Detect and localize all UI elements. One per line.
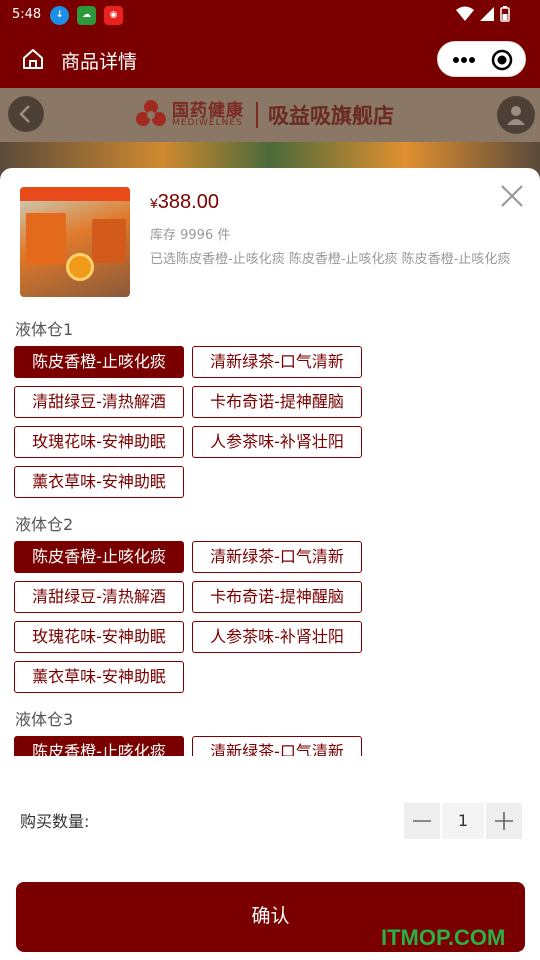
signal-icon bbox=[480, 7, 494, 21]
thumbnail-box bbox=[26, 213, 66, 265]
watermark: ITMOP.COM bbox=[381, 925, 506, 950]
quantity-label: 购买数量: bbox=[20, 812, 90, 831]
stock-text: 库存 9996 件 bbox=[150, 228, 231, 243]
nav-header: 商品详情 bbox=[0, 32, 540, 88]
option-groups: 液体仓1 陈皮香橙-止咳化痰 清新绿茶-口气清新 清甜绿豆-清热解酒 卡布奇诺-提神醒脑… bbox=[0, 316, 540, 756]
battery-icon bbox=[500, 6, 510, 22]
store-bar: 国药健康 MEDIWELNES 吸益吸旗舰店 bbox=[0, 88, 540, 142]
status-time: 5:48 bbox=[12, 7, 42, 22]
status-bar: 5:48 ↓ ☁ ◉ bbox=[0, 0, 540, 32]
weather-app-icon: ☁ bbox=[77, 6, 96, 25]
option-chip[interactable]: 薰衣草味-安神助眠 bbox=[14, 466, 184, 498]
more-icon[interactable] bbox=[452, 52, 476, 68]
thumbnail-header bbox=[20, 187, 130, 201]
page-title: 商品详情 bbox=[61, 51, 138, 73]
plus-icon bbox=[495, 812, 513, 830]
option-chip[interactable]: 陈皮香橙-止咳化痰 bbox=[14, 541, 184, 573]
price-symbol: ¥ bbox=[150, 195, 158, 211]
option-chip[interactable]: 清新绿茶-口气清新 bbox=[192, 541, 362, 573]
store-name: 吸益吸旗舰店 bbox=[268, 104, 394, 128]
option-group-title: 液体仓3 bbox=[15, 710, 74, 729]
increase-button[interactable] bbox=[486, 803, 522, 839]
selected-options-text: 已选陈皮香橙-止咳化痰 陈皮香橙-止咳化痰 陈皮香橙-止咳化痰 bbox=[150, 252, 511, 267]
back-button[interactable] bbox=[8, 96, 44, 132]
option-group-title: 液体仓1 bbox=[15, 320, 74, 339]
option-chip[interactable]: 清甜绿豆-清热解酒 bbox=[14, 581, 184, 613]
chevron-left-icon bbox=[19, 105, 30, 123]
option-chip[interactable]: 清甜绿豆-清热解酒 bbox=[14, 386, 184, 418]
option-chip[interactable]: 卡布奇诺-提神醒脑 bbox=[192, 386, 362, 418]
price-value: 388.00 bbox=[157, 191, 219, 213]
divider bbox=[256, 102, 258, 128]
decrease-button[interactable] bbox=[404, 803, 440, 839]
option-chip[interactable]: 陈皮香橙-止咳化痰 bbox=[14, 736, 184, 756]
close-mini-program-icon[interactable] bbox=[491, 49, 513, 71]
wifi-icon bbox=[456, 6, 474, 21]
option-chip[interactable]: 陈皮香橙-止咳化痰 bbox=[14, 346, 184, 378]
user-button[interactable] bbox=[497, 96, 535, 134]
brand-logo-icon bbox=[136, 100, 166, 126]
close-icon[interactable] bbox=[500, 184, 524, 208]
option-chip[interactable]: 玫瑰花味-安神助眠 bbox=[14, 621, 184, 653]
status-indicators bbox=[456, 6, 510, 22]
option-chip[interactable]: 卡布奇诺-提神醒脑 bbox=[192, 581, 362, 613]
download-app-icon: ↓ bbox=[50, 6, 69, 25]
quantity-stepper: 1 bbox=[404, 803, 522, 839]
brand-name-en: MEDIWELNES bbox=[172, 118, 243, 128]
quantity-input[interactable]: 1 bbox=[442, 803, 484, 839]
product-price: ¥388.00 bbox=[150, 191, 219, 214]
option-chip[interactable]: 清新绿茶-口气清新 bbox=[192, 346, 362, 378]
home-icon[interactable] bbox=[22, 48, 44, 70]
thumbnail-orange bbox=[66, 253, 94, 281]
shop-app-icon: ◉ bbox=[104, 6, 123, 25]
option-chip[interactable]: 人参茶味-补肾壮阳 bbox=[192, 426, 362, 458]
option-chip[interactable]: 薰衣草味-安神助眠 bbox=[14, 661, 184, 693]
mini-program-capsule bbox=[437, 41, 526, 77]
minus-icon bbox=[413, 820, 431, 822]
option-group-title: 液体仓2 bbox=[15, 515, 74, 534]
option-chip[interactable]: 人参茶味-补肾壮阳 bbox=[192, 621, 362, 653]
sku-sheet: ¥388.00 库存 9996 件 已选陈皮香橙-止咳化痰 陈皮香橙-止咳化痰 … bbox=[0, 168, 540, 960]
product-thumbnail bbox=[20, 187, 130, 297]
option-chip[interactable]: 清新绿茶-口气清新 bbox=[192, 736, 362, 756]
option-chip[interactable]: 玫瑰花味-安神助眠 bbox=[14, 426, 184, 458]
user-icon bbox=[507, 106, 525, 125]
thumbnail-box bbox=[92, 219, 126, 263]
